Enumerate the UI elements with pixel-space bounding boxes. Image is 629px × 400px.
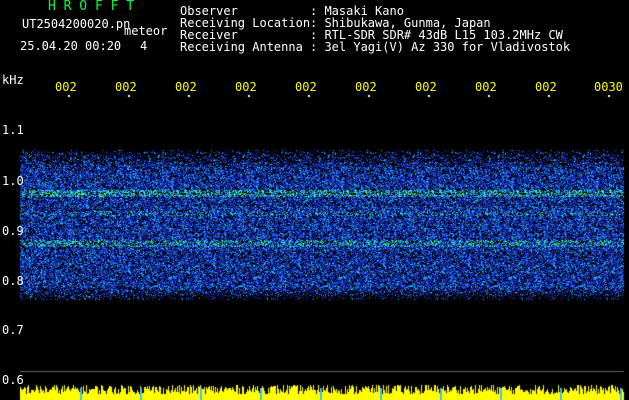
time-tick: 002: [235, 80, 257, 94]
y-tick: 1.1: [2, 123, 24, 137]
time-tick: 002: [175, 80, 197, 94]
brand-title: H R O F F T: [48, 0, 135, 14]
axis-unit: kHz: [2, 73, 24, 87]
y-tick: 0.9: [2, 224, 24, 238]
time-tick: 002: [295, 80, 317, 94]
spectrogram-canvas: [0, 0, 629, 400]
y-tick: 1.0: [2, 174, 24, 188]
antenna-value: : 3el Yagi(V) Az 330 for Vladivostok: [310, 40, 571, 54]
datetime: 25.04.20 00:20: [20, 39, 122, 53]
meteor-label: meteor: [124, 24, 168, 38]
filename: UT2504200020.pn: [22, 17, 131, 31]
time-tick: 002: [115, 80, 137, 94]
time-tick: 002: [415, 80, 437, 94]
time-tick: 002: [475, 80, 497, 94]
spectrogram-window: H R O F F T UT2504200020.pn meteor 25.04…: [0, 0, 629, 400]
time-tick: 002: [55, 80, 77, 94]
antenna-label: Receiving Antenna: [180, 40, 303, 54]
y-tick: 0.6: [2, 373, 24, 387]
y-tick: 0.8: [2, 274, 24, 288]
time-tick: 002: [535, 80, 557, 94]
meteor-count: 4: [140, 39, 148, 53]
time-tick: 002: [355, 80, 377, 94]
time-tick: 0030: [594, 80, 623, 94]
y-tick: 0.7: [2, 323, 24, 337]
